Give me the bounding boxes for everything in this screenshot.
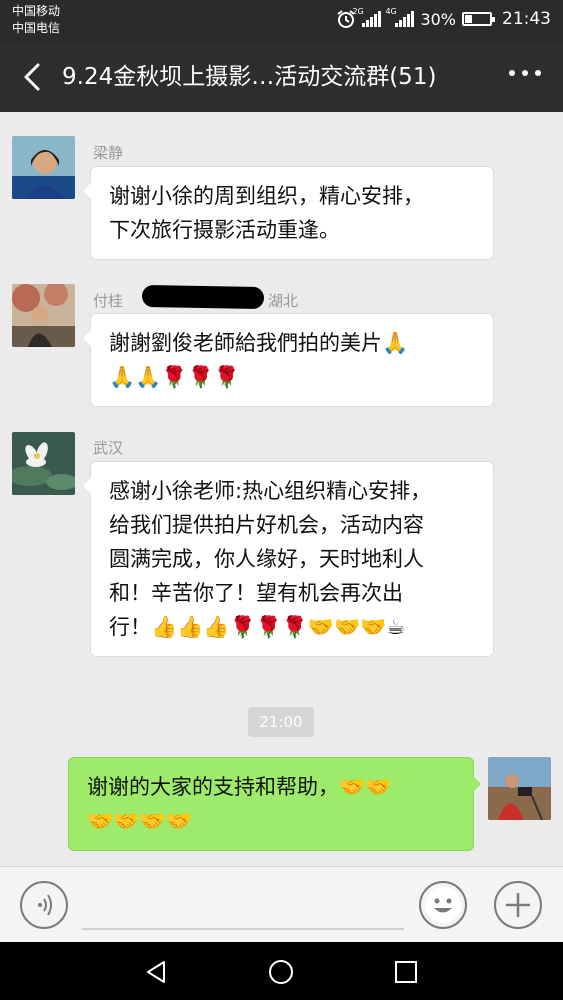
system-navigation-bar xyxy=(0,942,563,1000)
message-line: 謝謝劉俊老師給我們拍的美片🙏 xyxy=(109,331,409,355)
timestamp: 21:00 xyxy=(248,707,314,737)
status-bar: 中国移动 中国电信 2G 4G 30% 21:43 xyxy=(0,0,563,42)
sender-name: 武汉 xyxy=(93,439,124,457)
signal-icon-2: 4G xyxy=(385,7,415,27)
voice-button[interactable] xyxy=(20,881,68,929)
sender-name: 付桂 xyxy=(93,290,123,311)
battery-icon xyxy=(462,12,495,26)
sender-name: 梁静 xyxy=(93,144,124,162)
avatar[interactable] xyxy=(12,284,75,347)
emoji-button[interactable] xyxy=(419,881,467,929)
nav-back-icon[interactable] xyxy=(142,958,170,986)
sender-name-prefix: 付桂 xyxy=(93,292,124,310)
message-bubble[interactable]: 謝謝劉俊老師給我們拍的美片🙏 🙏🙏🌹🌹🌹 xyxy=(83,313,494,407)
nav-home-icon[interactable] xyxy=(267,958,295,986)
more-icon[interactable] xyxy=(509,70,541,76)
back-arrow-icon[interactable] xyxy=(16,59,52,95)
message-line: 感谢小徐老师:热心组织精心安排， xyxy=(109,479,432,503)
voice-icon xyxy=(38,894,52,916)
input-bar xyxy=(0,866,563,942)
message-line: 圆满完成，你人缘好，天时地利人 xyxy=(109,547,424,571)
own-message-bubble[interactable]: 谢谢的大家的支持和帮助，🤝🤝 🤝🤝🤝🤝 xyxy=(68,757,481,851)
message-line: 谢谢的大家的支持和帮助，🤝🤝 xyxy=(87,775,392,799)
message-line: 🙏🙏🌹🌹🌹 xyxy=(109,365,240,389)
message-bubble[interactable]: 感谢小徐老师:热心组织精心安排， 给我们提供拍片好机会，活动内容 圆满完成，你人… xyxy=(83,461,494,657)
avatar[interactable] xyxy=(12,432,75,495)
sender-name-suffix: 湖北 xyxy=(268,292,299,310)
carrier-1: 中国移动 xyxy=(12,4,61,18)
avatar[interactable] xyxy=(12,136,75,199)
status-indicators: 2G 4G 30% 21:43 xyxy=(336,7,551,31)
carrier-2: 中国电信 xyxy=(12,21,61,35)
message-line: 下次旅行摄影活动重逢。 xyxy=(109,218,340,242)
emoji-icon xyxy=(425,887,461,923)
own-avatar[interactable] xyxy=(488,757,551,820)
redaction-mark xyxy=(141,284,265,310)
message-list[interactable]: 梁静 谢谢小徐的周到组织，精心安排， 下次旅行摄影活动重逢。 付桂 湖北 謝謝劉… xyxy=(0,112,563,866)
signal-icon-1: 2G xyxy=(352,7,382,27)
plus-button[interactable] xyxy=(494,881,542,929)
plus-icon xyxy=(506,893,530,917)
message-line: 🤝🤝🤝🤝 xyxy=(87,809,192,833)
chat-title: 9.24金秋坝上摄影…活动交流群(51) xyxy=(62,64,437,90)
message-line: 和！辛苦你了！望有机会再次出 xyxy=(109,581,403,605)
clock: 21:43 xyxy=(502,9,551,29)
message-line: 给我们提供拍片好机会，活动内容 xyxy=(109,513,424,537)
battery-percent: 30% xyxy=(420,9,456,29)
message-input[interactable] xyxy=(82,928,404,930)
nav-recent-icon[interactable] xyxy=(392,958,420,986)
chat-header: 9.24金秋坝上摄影…活动交流群(51) xyxy=(0,42,563,112)
message-line: 行！👍👍👍🌹🌹🌹🤝🤝🤝☕ xyxy=(109,615,406,639)
message-bubble[interactable]: 谢谢小徐的周到组织，精心安排， 下次旅行摄影活动重逢。 xyxy=(83,166,494,260)
message-line: 谢谢小徐的周到组织，精心安排， xyxy=(109,184,424,208)
